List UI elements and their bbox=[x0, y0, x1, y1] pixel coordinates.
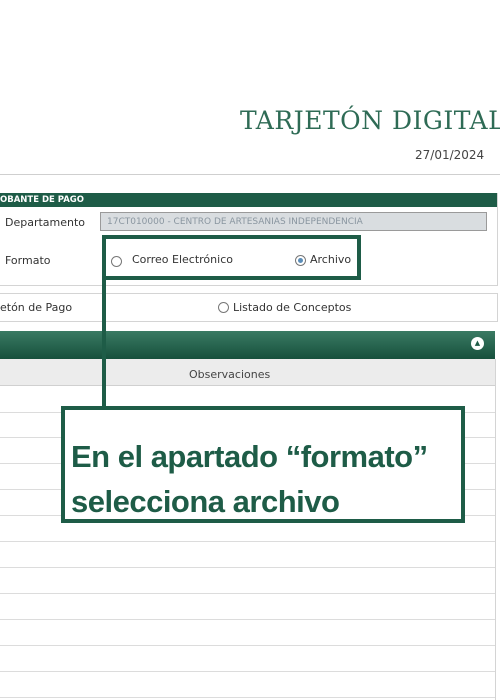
report-type-section: etón de Pago Listado de Conceptos bbox=[0, 293, 498, 322]
departamento-field[interactable]: 17CT010000 - CENTRO DE ARTESANIAS INDEPE… bbox=[100, 212, 487, 231]
page-title: TARJETÓN DIGITAL bbox=[240, 106, 500, 135]
instruction-callout: En el apartado “formato” selecciona arch… bbox=[61, 406, 465, 523]
chevron-up-icon[interactable]: ▲ bbox=[471, 337, 484, 350]
table-row bbox=[0, 671, 495, 672]
radio-listado-de-conceptos[interactable] bbox=[218, 302, 229, 313]
table-border bbox=[495, 359, 496, 700]
table-row bbox=[0, 541, 495, 542]
divider bbox=[0, 174, 500, 175]
tarjeton-de-pago-label[interactable]: etón de Pago bbox=[0, 301, 72, 314]
column-header-observaciones[interactable]: Observaciones bbox=[189, 368, 270, 381]
callout-connector bbox=[102, 279, 106, 406]
formato-highlight-box bbox=[102, 235, 361, 280]
table-row bbox=[0, 619, 495, 620]
results-panel-header bbox=[0, 331, 495, 359]
callout-line-1: En el apartado “formato” bbox=[71, 439, 428, 474]
section-header: OBANTE DE PAGO bbox=[0, 193, 497, 207]
table-row bbox=[0, 645, 495, 646]
departamento-label: Departamento bbox=[5, 216, 86, 229]
table-row bbox=[0, 697, 495, 698]
callout-line-2: selecciona archivo bbox=[71, 484, 340, 519]
table-row bbox=[0, 567, 495, 568]
table-row bbox=[0, 593, 495, 594]
page-date: 27/01/2024 bbox=[415, 148, 485, 162]
radio-listado-de-conceptos-label[interactable]: Listado de Conceptos bbox=[233, 301, 351, 314]
formato-label: Formato bbox=[5, 254, 51, 267]
